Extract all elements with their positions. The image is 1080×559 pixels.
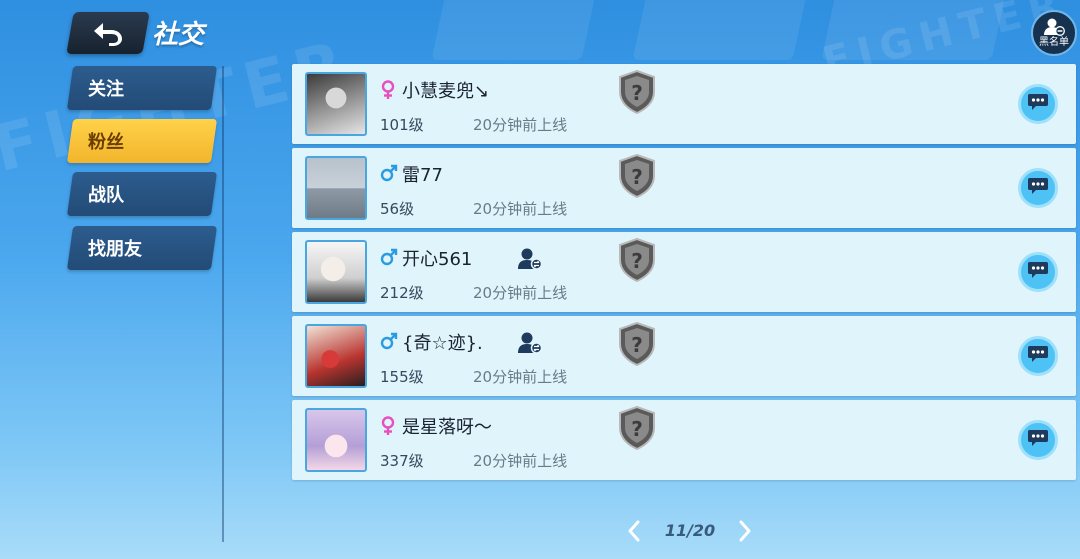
rank-shield-icon: ?: [618, 153, 656, 199]
chat-button[interactable]: [1018, 84, 1058, 124]
list-item[interactable]: 雷77? 56级 20分钟前上线: [292, 148, 1076, 228]
svg-text:?: ?: [631, 165, 643, 189]
chat-button[interactable]: [1018, 420, 1058, 460]
player-level: 337级: [380, 452, 424, 470]
last-online-status: 20分钟前上线: [473, 284, 568, 302]
player-name: 是星落呀～: [402, 417, 492, 438]
player-name: 开心561: [402, 249, 473, 270]
list-item[interactable]: {奇☆迹}.? 155级 20分钟前上线: [292, 316, 1076, 396]
female-icon: [380, 416, 398, 436]
chevron-right-icon: [739, 520, 751, 542]
last-online-status: 20分钟前上线: [473, 368, 568, 386]
player-level: 155级: [380, 368, 424, 386]
mutual-friend-icon: [517, 331, 543, 355]
player-level: 212级: [380, 284, 424, 302]
player-name: 雷77: [402, 165, 443, 186]
list-item[interactable]: 是星落呀～? 337级 20分钟前上线: [292, 400, 1076, 480]
player-name: 小慧麦兜↘: [402, 81, 490, 102]
chat-bubble-icon: [1027, 177, 1049, 199]
nav-item-label: 粉丝: [88, 132, 124, 153]
chat-button[interactable]: [1018, 168, 1058, 208]
avatar[interactable]: [305, 72, 367, 136]
last-online-status: 20分钟前上线: [473, 116, 568, 134]
male-icon: [380, 248, 398, 268]
user-blocked-icon: [1044, 18, 1065, 36]
female-icon: [380, 80, 398, 100]
nav-item-label: 关注: [88, 79, 124, 100]
nav-item-label: 找朋友: [88, 239, 142, 260]
back-button[interactable]: [66, 12, 150, 54]
panel-divider: [222, 66, 224, 542]
background-decoration: [431, 0, 599, 60]
chat-button[interactable]: [1018, 336, 1058, 376]
player-level: 101级: [380, 116, 424, 134]
rank-shield-icon: ?: [618, 69, 656, 115]
last-online-status: 20分钟前上线: [473, 200, 568, 218]
nav-item-following[interactable]: 关注: [66, 66, 218, 110]
blacklist-button[interactable]: 黑名单: [1031, 10, 1077, 56]
male-icon: [380, 332, 398, 352]
player-level: 56级: [380, 200, 415, 218]
svg-text:?: ?: [631, 81, 643, 105]
background-decoration: [632, 0, 808, 60]
rank-shield-icon: ?: [618, 237, 656, 283]
background-decoration: [821, 0, 1009, 60]
next-page-button[interactable]: [733, 517, 757, 545]
list-item[interactable]: 开心561? 212级 20分钟前上线: [292, 232, 1076, 312]
list-item[interactable]: 小慧麦兜↘? 101级 20分钟前上线: [292, 64, 1076, 144]
avatar[interactable]: [305, 240, 367, 304]
chat-bubble-icon: [1027, 261, 1049, 283]
nav-item-label: 战队: [88, 185, 124, 206]
player-name: {奇☆迹}.: [402, 333, 483, 354]
previous-page-button[interactable]: [622, 517, 646, 545]
chat-button[interactable]: [1018, 252, 1058, 292]
rank-shield-icon: ?: [618, 321, 656, 367]
blacklist-label: 黑名单: [1039, 37, 1069, 48]
rank-shield-icon: ?: [618, 405, 656, 451]
chat-bubble-icon: [1027, 93, 1049, 115]
male-icon: [380, 164, 398, 184]
svg-text:?: ?: [631, 333, 643, 357]
page-indicator: 11/20: [664, 521, 716, 540]
avatar[interactable]: [305, 156, 367, 220]
page-title: 社交: [152, 20, 205, 50]
mutual-friend-icon: [517, 247, 543, 271]
avatar[interactable]: [305, 324, 367, 388]
chevron-left-icon: [628, 520, 640, 542]
svg-text:?: ?: [631, 249, 643, 273]
nav-item-find-friends[interactable]: 找朋友: [66, 226, 218, 270]
avatar[interactable]: [305, 408, 367, 472]
nav-item-fans[interactable]: 粉丝: [66, 119, 218, 163]
nav-item-team[interactable]: 战队: [66, 172, 218, 216]
back-arrow-icon: [94, 23, 122, 46]
chat-bubble-icon: [1027, 345, 1049, 367]
svg-text:?: ?: [631, 417, 643, 441]
chat-bubble-icon: [1027, 429, 1049, 451]
last-online-status: 20分钟前上线: [473, 452, 568, 470]
